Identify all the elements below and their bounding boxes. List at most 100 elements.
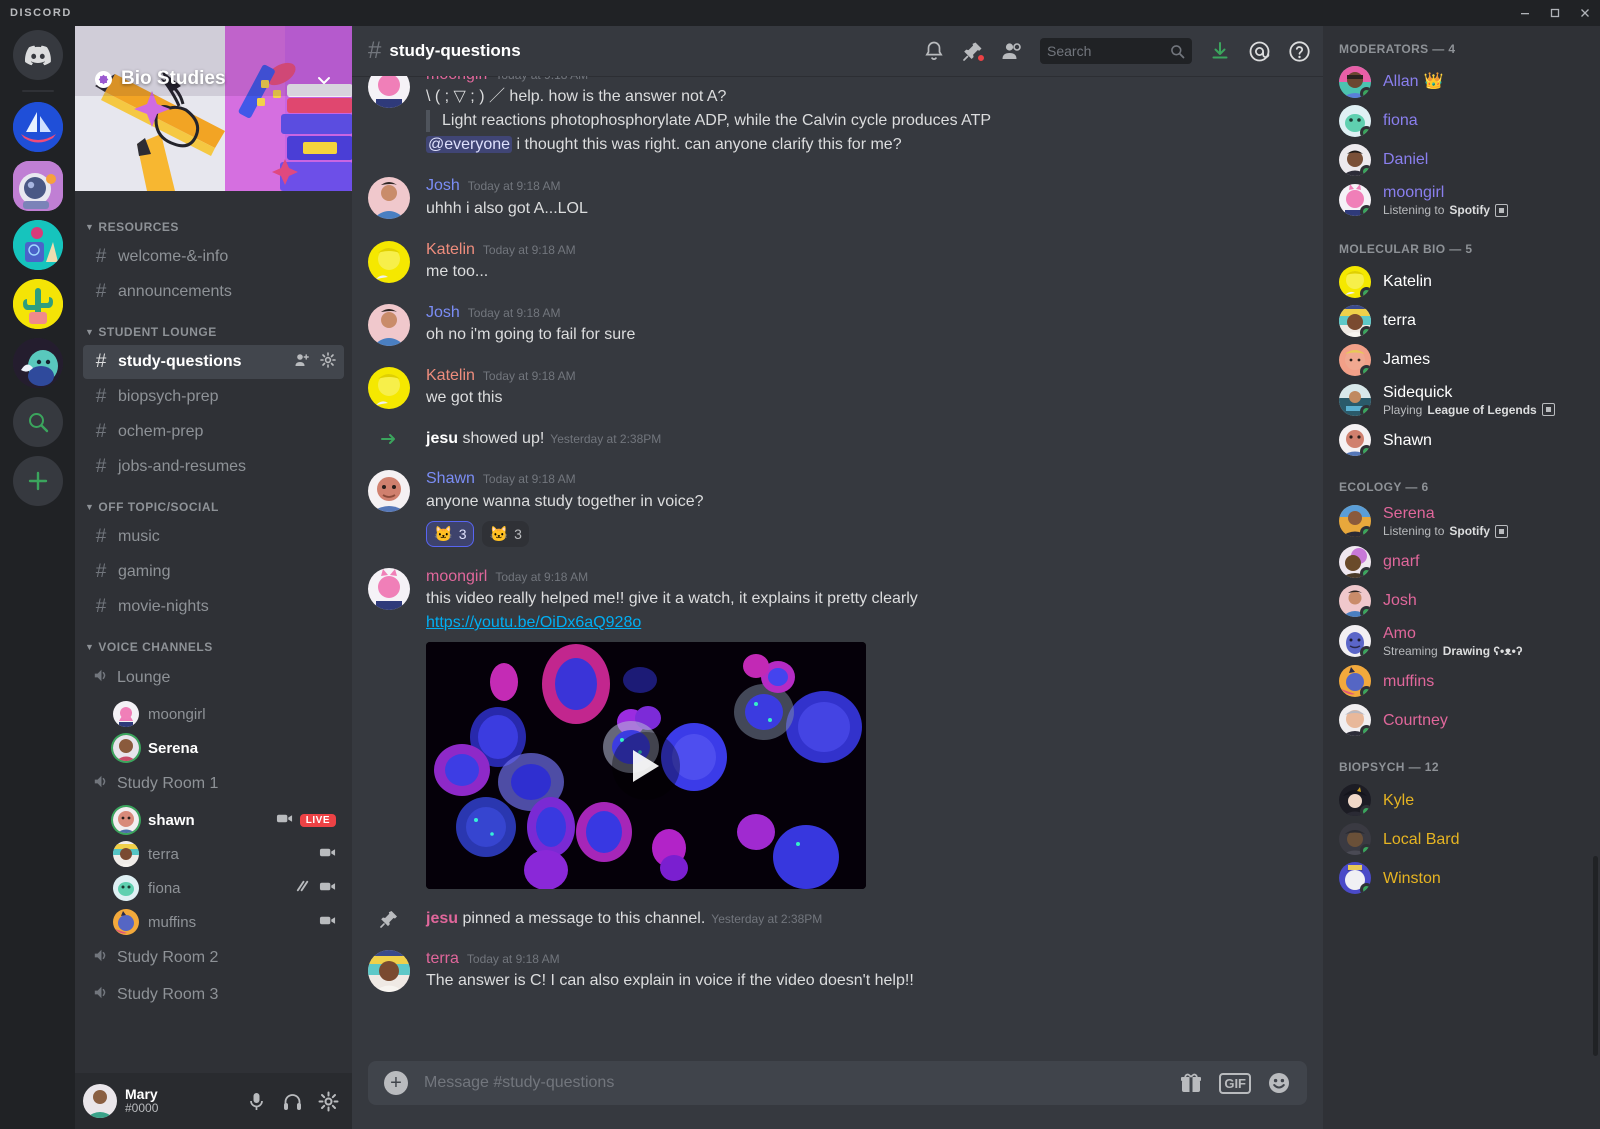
voice-channel-study-room-2[interactable]: Study Room 2 (83, 940, 344, 976)
channel-gaming[interactable]: # gaming (83, 555, 344, 589)
member-row-daniel[interactable]: Daniel (1331, 141, 1592, 179)
notification-bell-icon[interactable] (923, 40, 945, 62)
avatar[interactable] (368, 567, 410, 610)
avatar[interactable] (368, 240, 410, 283)
discord-home-button[interactable] (12, 30, 63, 80)
member-row-winston[interactable]: Winston (1331, 859, 1592, 897)
add-server-button[interactable] (12, 456, 63, 506)
invite-people-icon[interactable] (294, 352, 310, 373)
member-row-serena[interactable]: Serena Listening to Spotify (1331, 501, 1592, 542)
member-row-katelin[interactable]: Katelin (1331, 263, 1592, 301)
member-row-terra[interactable]: terra (1331, 302, 1592, 340)
message-input-placeholder[interactable]: Message #study-questions (424, 1074, 1163, 1092)
message-list[interactable]: moongirl Today at 9:18 AM \ ( ; ▽ ; ) ／ … (352, 76, 1323, 1061)
chevron-down-icon[interactable] (314, 70, 334, 95)
emoji-icon[interactable] (1267, 1071, 1291, 1095)
message-author[interactable]: Josh (426, 303, 460, 322)
message-author[interactable]: terra (426, 949, 459, 968)
voice-member-moongirl[interactable]: moongirl (105, 698, 344, 730)
user-identity[interactable]: Mary #0000 (125, 1086, 158, 1116)
member-row-muffins[interactable]: muffins (1331, 662, 1592, 700)
member-row-shawn[interactable]: Shawn (1331, 421, 1592, 459)
voice-member-terra[interactable]: terra (105, 838, 344, 870)
system-actor[interactable]: jesu (426, 910, 458, 927)
voice-member-shawn[interactable]: shawn LIVE (105, 804, 344, 836)
avatar[interactable] (83, 1084, 117, 1118)
gift-icon[interactable] (1179, 1071, 1203, 1095)
inbox-download-icon[interactable] (1209, 40, 1231, 62)
member-row-fiona[interactable]: fiona (1331, 102, 1592, 140)
member-row-local-bard[interactable]: Local Bard (1331, 820, 1592, 858)
guild-icon-cactus[interactable] (12, 279, 63, 329)
settings-gear-icon[interactable] (312, 1085, 344, 1117)
guild-icon-astronaut[interactable] (12, 161, 63, 211)
microphone-icon[interactable] (240, 1085, 272, 1117)
message-author[interactable]: Shawn (426, 469, 475, 488)
member-row-allan[interactable]: Allan 👑 (1331, 63, 1592, 101)
explore-servers-button[interactable] (12, 397, 63, 447)
avatar[interactable] (368, 177, 410, 220)
avatar[interactable] (368, 470, 410, 513)
channel-study-questions[interactable]: # study-questions (83, 345, 344, 379)
close-icon[interactable] (1570, 0, 1600, 26)
message-author[interactable]: moongirl (426, 567, 487, 586)
search-input[interactable]: Search (1040, 38, 1192, 64)
message-author[interactable]: Katelin (426, 240, 475, 259)
mentions-icon[interactable] (1248, 40, 1271, 63)
add-attachment-icon[interactable]: + (384, 1071, 408, 1095)
channel-biopsych-prep[interactable]: # biopsych-prep (83, 380, 344, 414)
voice-channel-study-room-1[interactable]: Study Room 1 (83, 766, 344, 802)
guild-icon-teal[interactable] (12, 220, 63, 270)
message-author[interactable]: Katelin (426, 366, 475, 385)
system-actor[interactable]: jesu (426, 430, 458, 447)
voice-member-serena[interactable]: Serena (105, 732, 344, 764)
message-author[interactable]: Josh (426, 176, 460, 195)
gif-button[interactable]: GIF (1219, 1072, 1251, 1094)
avatar[interactable] (368, 367, 410, 410)
avatar[interactable] (368, 76, 410, 108)
headphones-icon[interactable] (276, 1085, 308, 1117)
member-row-josh[interactable]: Josh (1331, 582, 1592, 620)
server-banner[interactable]: Bio Studies (75, 26, 352, 191)
channel-movie-nights[interactable]: # movie-nights (83, 590, 344, 624)
pinned-messages-icon[interactable] (962, 40, 986, 63)
gear-icon[interactable] (320, 351, 336, 373)
member-list-icon[interactable] (1001, 40, 1023, 62)
avatar[interactable] (368, 303, 410, 346)
category-student-lounge[interactable]: ▼ STUDENT LOUNGE (75, 310, 352, 344)
member-row-moongirl[interactable]: moongirl Listening to Spotify (1331, 180, 1592, 221)
minimize-icon[interactable] (1510, 0, 1540, 26)
member-row-kyle[interactable]: Kyle (1331, 781, 1592, 819)
channel-jobs-and-resumes[interactable]: # jobs-and-resumes (83, 450, 344, 484)
channel-announcements[interactable]: # announcements (83, 275, 344, 309)
help-icon[interactable] (1288, 40, 1311, 63)
voice-channel-study-room-3[interactable]: Study Room 3 (83, 977, 344, 1013)
voice-channel-lounge[interactable]: Lounge (83, 660, 344, 696)
member-list-scrollbar[interactable] (1593, 856, 1598, 1056)
video-embed[interactable] (426, 642, 866, 890)
video-link[interactable]: https://youtu.be/OiDx6aQ928o (426, 614, 641, 631)
voice-member-muffins[interactable]: muffins (105, 906, 344, 938)
member-list[interactable]: MODERATORS — 4 Allan 👑 fiona Daniel moon… (1323, 26, 1600, 1129)
category-voice-channels[interactable]: ▼ VOICE CHANNELS (75, 625, 352, 659)
guild-icon-creature[interactable] (12, 338, 63, 388)
play-icon[interactable] (633, 749, 659, 782)
channel-music[interactable]: # music (83, 520, 344, 554)
member-row-james[interactable]: James (1331, 341, 1592, 379)
message-author[interactable]: moongirl (426, 76, 487, 84)
voice-member-fiona[interactable]: fiona (105, 872, 344, 904)
category-resources[interactable]: ▼ RESOURCES (75, 205, 352, 239)
member-row-sidequick[interactable]: Sidequick Playing League of Legends (1331, 380, 1592, 421)
everyone-mention[interactable]: @everyone (426, 136, 513, 154)
category-off-topic-social[interactable]: ▼ OFF TOPIC/SOCIAL (75, 485, 352, 519)
avatar[interactable] (368, 950, 410, 993)
maximize-icon[interactable] (1540, 0, 1570, 26)
channel-welcome-info[interactable]: # welcome-&-info (83, 240, 344, 274)
channel-ochem-prep[interactable]: # ochem-prep (83, 415, 344, 449)
guild-icon-sailboat[interactable] (12, 102, 63, 152)
member-row-courtney[interactable]: Courtney (1331, 701, 1592, 739)
member-row-amo[interactable]: Amo Streaming Drawing ʕ•ᴥ•ʔ (1331, 621, 1592, 662)
message-composer[interactable]: + Message #study-questions GIF (368, 1061, 1307, 1105)
reaction-chip[interactable]: 🐱 3 (426, 520, 475, 547)
member-row-gnarf[interactable]: gnarf (1331, 543, 1592, 581)
